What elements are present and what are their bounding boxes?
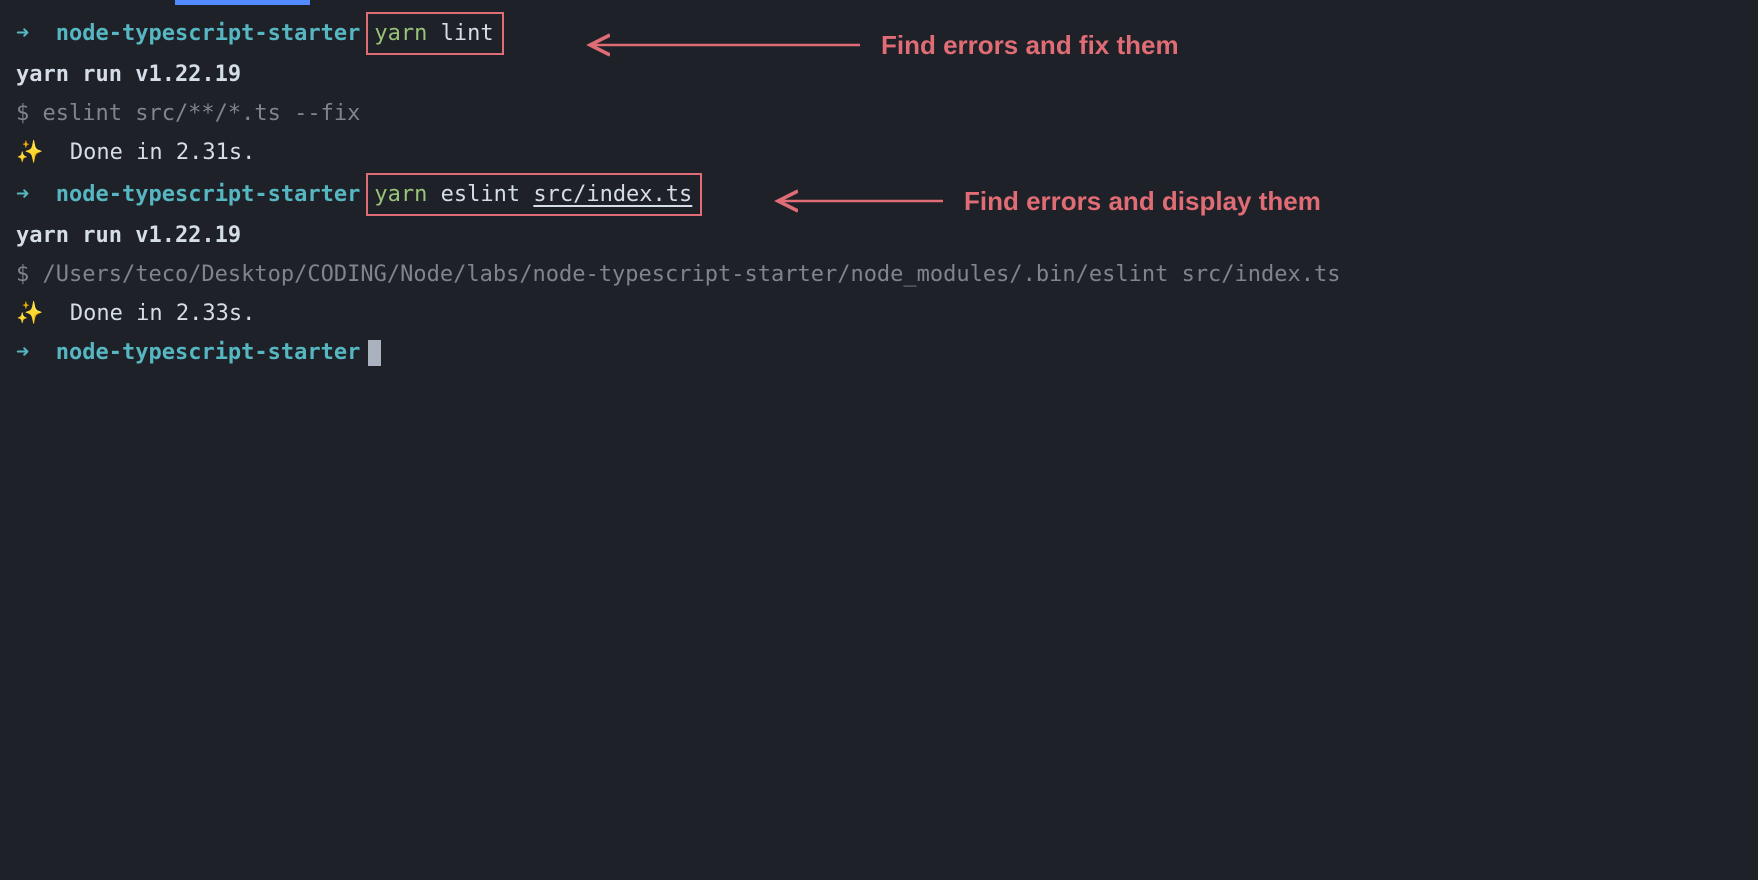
project-name: node-typescript-starter (56, 175, 361, 214)
arrow-left-icon (580, 30, 865, 60)
command-args: lint (427, 14, 493, 53)
prompt-arrow-icon: ➜ (16, 333, 29, 372)
highlight-box-1: yarn lint (366, 12, 503, 55)
prompt-arrow-icon: ➜ (16, 175, 29, 214)
sparkles-icon: ✨ (16, 133, 43, 172)
done-text: Done in 2.33s. (43, 294, 255, 333)
spacer (29, 14, 56, 53)
prompt-line-3[interactable]: ➜ node-typescript-starter (16, 333, 1742, 372)
output-done-line-1: ✨ Done in 2.31s. (16, 133, 1742, 172)
highlight-box-2: yarn eslint src/index.ts (366, 173, 702, 216)
output-eslint-cmd-1: $ eslint src/**/*.ts --fix (16, 94, 1742, 133)
terminal-cursor (368, 340, 381, 366)
prompt-arrow-icon: ➜ (16, 14, 29, 53)
annotation-2: Find errors and display them (768, 178, 1321, 224)
command-yarn: yarn (374, 14, 427, 53)
annotation-text-1: Find errors and fix them (881, 22, 1179, 68)
spacer (29, 333, 56, 372)
arrow-left-icon (768, 186, 948, 216)
project-name: node-typescript-starter (56, 333, 361, 372)
command-args-a: eslint (427, 175, 533, 214)
top-accent-bar (175, 0, 310, 5)
project-name: node-typescript-starter (56, 14, 361, 53)
sparkles-icon: ✨ (16, 294, 43, 333)
annotation-text-2: Find errors and display them (964, 178, 1321, 224)
annotation-1: Find errors and fix them (580, 22, 1179, 68)
output-done-line-2: ✨ Done in 2.33s. (16, 294, 1742, 333)
command-args-b: src/index.ts (533, 175, 692, 214)
output-eslint-cmd-2: $ /Users/teco/Desktop/CODING/Node/labs/n… (16, 255, 1742, 294)
command-yarn: yarn (374, 175, 427, 214)
done-text: Done in 2.31s. (43, 133, 255, 172)
spacer (29, 175, 56, 214)
